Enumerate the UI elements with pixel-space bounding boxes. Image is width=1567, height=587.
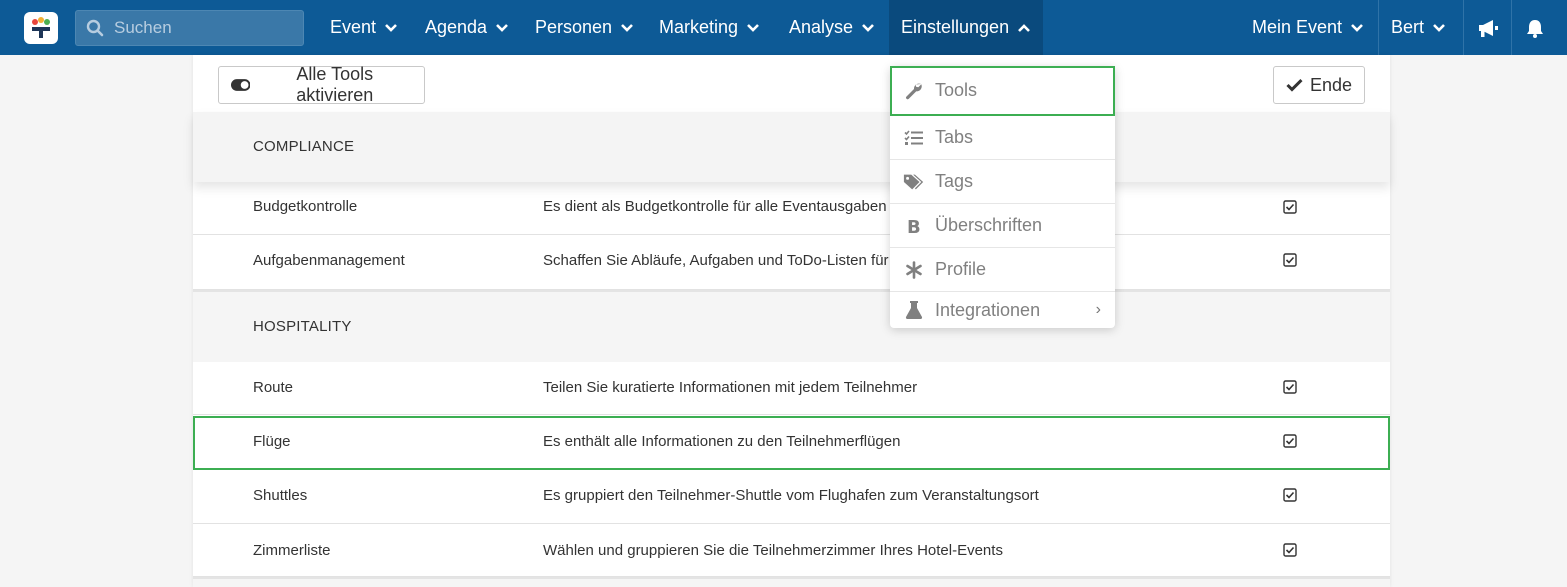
submenu-arrow-icon: › [1095,301,1101,318]
menu-item-label: Tabs [935,127,974,147]
table-row-highlighted[interactable]: Flüge Es enthält alle Informationen zu d… [193,416,1390,470]
asterisk-icon [903,259,925,281]
nav-marketing-label: Marketing [659,17,739,37]
tool-description: Es dient als Budgetkontrolle für alle Ev… [543,198,887,215]
activate-all-tools-button[interactable]: Alle Tools aktivieren [218,64,425,105]
nav-agenda-label: Agenda [425,17,488,37]
tool-name: Route [253,379,294,396]
menu-item-label: Tags [935,171,974,191]
search-icon [86,19,104,37]
nav-personen-label: Personen [535,17,613,37]
tool-name: Aufgabenmanagement [253,252,405,269]
toggle-icon [231,79,251,91]
top-navigation-bar: Event Agenda Personen Marketing Analyse … [0,0,1567,55]
bold-icon: B [903,215,925,237]
menu-item-tabs[interactable]: Tabs [890,116,1115,160]
tool-description: Wählen und gruppieren Sie die Teilnehmer… [543,542,1003,559]
table-row[interactable]: Shuttles Es gruppiert den Teilnehmer-Shu… [193,470,1390,524]
menu-item-tools[interactable]: Tools [890,66,1115,116]
tags-icon [903,171,925,193]
menu-item-label: Integrationen [935,299,1041,320]
bell-icon [1527,19,1543,38]
table-row[interactable]: Aufgabenmanagement Schaffen Sie Abläufe,… [193,235,1390,290]
tool-name: Budgetkontrolle [253,198,358,215]
chevron-down-icon [1351,23,1363,32]
chevron-down-icon [621,23,633,32]
list-check-icon [903,127,925,149]
chevron-down-icon [496,23,508,32]
section-header-hospitality: HOSPITALITY [193,290,1390,362]
announcements-button[interactable] [1464,0,1511,55]
chevron-down-icon [862,23,874,32]
tool-name: Flüge [253,433,291,450]
chevron-down-icon [1433,23,1445,32]
tool-description: Es gruppiert den Teilnehmer-Shuttle vom … [543,487,1039,504]
notifications-button[interactable] [1512,0,1558,55]
table-row[interactable]: Budgetkontrolle Es dient als Budgetkontr… [193,182,1390,235]
nav-mein-event[interactable]: Mein Event [1252,0,1364,55]
tool-name: Zimmerliste [253,542,331,559]
nav-divider [1378,0,1379,55]
section-header-next [193,577,1390,587]
nav-personen[interactable]: Personen [535,0,634,55]
checkbox-checked-icon[interactable] [1283,200,1297,214]
nav-event-label: Event [330,17,377,37]
checkbox-checked-icon[interactable] [1283,434,1297,448]
checkbox-checked-icon[interactable] [1283,488,1297,502]
tool-description: Teilen Sie kuratierte Informationen mit … [543,379,918,396]
search-input[interactable] [114,18,294,38]
tool-description: Schaffen Sie Abläufe, Aufgaben und ToDo-… [543,252,902,269]
nav-user-label: Bert [1391,17,1425,37]
section-title: HOSPITALITY [253,318,352,335]
nav-event[interactable]: Event [330,0,398,55]
flask-icon [903,299,925,321]
tools-panel: Alle Tools aktivieren Ende COMPLIANCE Bu… [193,55,1390,587]
tool-description: Es enthält alle Informationen zu den Tei… [543,433,901,450]
menu-item-tags[interactable]: Tags [890,160,1115,204]
menu-item-label: Überschriften [935,215,1043,235]
chevron-up-icon [1018,23,1031,32]
nav-analyse[interactable]: Analyse [789,0,875,55]
tools-toolbar: Alle Tools aktivieren Ende [193,55,1390,112]
svg-text:B: B [907,217,921,235]
einstellungen-dropdown-menu: Tools Tabs Tags B Überschriften Profile … [890,66,1115,328]
section-header-compliance: COMPLIANCE [193,112,1390,182]
checkbox-checked-icon[interactable] [1283,380,1297,394]
wrench-icon [903,80,925,102]
menu-item-label: Tools [935,80,978,100]
search-box[interactable] [75,10,304,46]
menu-item-integrationen[interactable]: Integrationen › [890,292,1115,328]
activate-all-tools-label: Alle Tools aktivieren [296,64,374,105]
chevron-down-icon [385,23,397,32]
menu-item-profile[interactable]: Profile [890,248,1115,292]
nav-einstellungen-label: Einstellungen [901,17,1010,37]
checkbox-checked-icon[interactable] [1283,253,1297,267]
table-row[interactable]: Route Teilen Sie kuratierte Informatione… [193,362,1390,415]
table-row[interactable]: Zimmerliste Wählen und gruppieren Sie di… [193,524,1390,577]
section-title: COMPLIANCE [253,138,355,155]
end-label: Ende [1309,74,1352,95]
nav-user[interactable]: Bert [1391,0,1446,55]
nav-marketing[interactable]: Marketing [659,0,760,55]
nav-analyse-label: Analyse [789,17,854,37]
megaphone-icon [1478,19,1498,37]
nav-mein-event-label: Mein Event [1252,17,1343,37]
checkbox-checked-icon[interactable] [1283,543,1297,557]
checkmark-icon [1286,78,1303,92]
logo-icon [32,17,50,38]
menu-item-label: Profile [935,259,987,279]
nav-agenda[interactable]: Agenda [425,0,509,55]
chevron-down-icon [747,23,759,32]
app-logo[interactable] [24,12,58,44]
nav-einstellungen[interactable]: Einstellungen [889,0,1043,55]
menu-item-ueberschriften[interactable]: B Überschriften [890,204,1115,248]
end-button[interactable]: Ende [1273,66,1365,104]
tool-name: Shuttles [253,487,308,504]
